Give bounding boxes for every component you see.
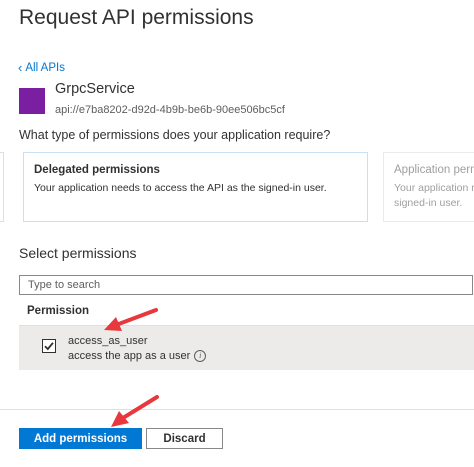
all-apis-label: All APIs <box>25 61 65 74</box>
permission-row[interactable] <box>19 326 474 370</box>
delegated-permissions-title: Delegated permissions <box>34 164 160 176</box>
annotation-arrow-add-button <box>111 395 159 427</box>
select-permissions-heading: Select permissions <box>19 245 137 261</box>
permission-column-header: Permission <box>27 305 89 317</box>
access-as-user-checkbox[interactable] <box>42 339 56 353</box>
checkmark-icon <box>44 342 54 351</box>
permission-description-wrap: access the app as a user i <box>68 350 207 362</box>
permission-description: access the app as a user <box>68 350 191 362</box>
all-apis-link[interactable]: ‹ All APIs <box>18 61 65 74</box>
card-edge-decoration <box>0 152 4 222</box>
application-permissions-description: Your application r signed-in user. <box>394 182 474 209</box>
permission-type-question: What type of permissions does your appli… <box>19 128 331 142</box>
application-permissions-title: Application perm <box>394 164 474 176</box>
permission-search-input[interactable] <box>19 275 473 295</box>
annotation-arrow-permission <box>104 308 158 331</box>
chevron-left-icon: ‹ <box>18 60 23 75</box>
delegated-permissions-card[interactable]: Delegated permissions Your application n… <box>23 152 368 222</box>
info-icon[interactable]: i <box>194 350 207 362</box>
api-uri: api://e7ba8202-d92d-4b9b-be6b-90ee506bc5… <box>55 104 285 116</box>
footer-divider <box>0 409 474 410</box>
api-logo <box>19 88 45 114</box>
application-permissions-card[interactable]: Application perm Your application r sign… <box>383 152 474 222</box>
page-title: Request API permissions <box>19 6 254 29</box>
delegated-permissions-description: Your application needs to access the API… <box>34 182 327 194</box>
api-name: GrpcService <box>55 81 135 97</box>
